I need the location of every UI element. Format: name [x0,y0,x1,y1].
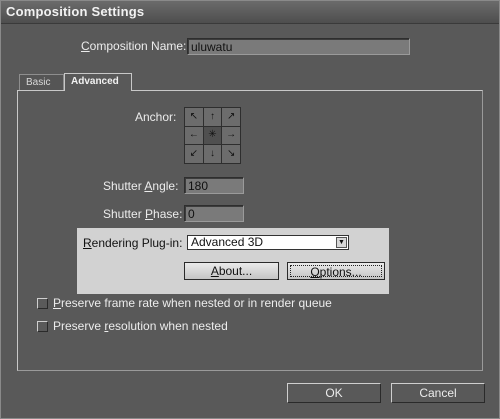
about-button[interactable]: About... [184,262,279,280]
preserve-frame-rate-checkbox[interactable] [37,298,48,309]
composition-name-label: Composition Name: [81,39,187,53]
anchor-grid: ↖ ↑ ↗ ← ✳ → ↙ ↓ ↘ [184,107,241,164]
anchor-top-left-icon[interactable]: ↖ [185,108,203,126]
anchor-left-icon[interactable]: ← [185,126,203,145]
ok-button[interactable]: OK [287,383,381,403]
anchor-top-right-icon[interactable]: ↗ [222,108,240,126]
shutter-phase-input[interactable]: 0 [184,205,244,222]
composition-name-input[interactable]: uluwatu [187,38,410,55]
anchor-right-icon[interactable]: → [222,126,240,145]
shutter-angle-label: Shutter Angle: [103,179,179,193]
preserve-resolution-label: Preserve resolution when nested [53,319,228,333]
preserve-resolution-checkbox[interactable] [37,321,48,332]
anchor-top-icon[interactable]: ↑ [203,108,222,126]
title-bar[interactable]: Composition Settings [1,1,499,24]
rendering-plugin-label: Rendering Plug-in: [83,236,183,250]
anchor-bottom-left-icon[interactable]: ↙ [185,145,203,163]
tab-basic[interactable]: Basic [19,74,64,90]
composition-settings-dialog: Composition Settings Composition Name: u… [0,0,500,419]
chevron-down-icon[interactable]: ▼ [336,237,347,248]
tab-advanced[interactable]: Advanced [64,73,132,91]
cancel-button[interactable]: Cancel [391,383,485,403]
anchor-center-icon[interactable]: ✳ [203,126,222,145]
anchor-label: Anchor: [135,110,177,124]
shutter-phase-label: Shutter Phase: [103,207,183,221]
dialog-title: Composition Settings [6,4,145,19]
anchor-bottom-icon[interactable]: ↓ [203,145,222,163]
shutter-angle-input[interactable]: 180 [184,177,244,194]
rendering-plugin-select[interactable]: Advanced 3D ▼ [187,235,349,250]
options-button[interactable]: Options... [287,262,385,280]
rendering-plugin-value: Advanced 3D [191,235,264,249]
preserve-frame-rate-label: Preserve frame rate when nested or in re… [53,296,332,310]
anchor-bottom-right-icon[interactable]: ↘ [222,145,240,163]
